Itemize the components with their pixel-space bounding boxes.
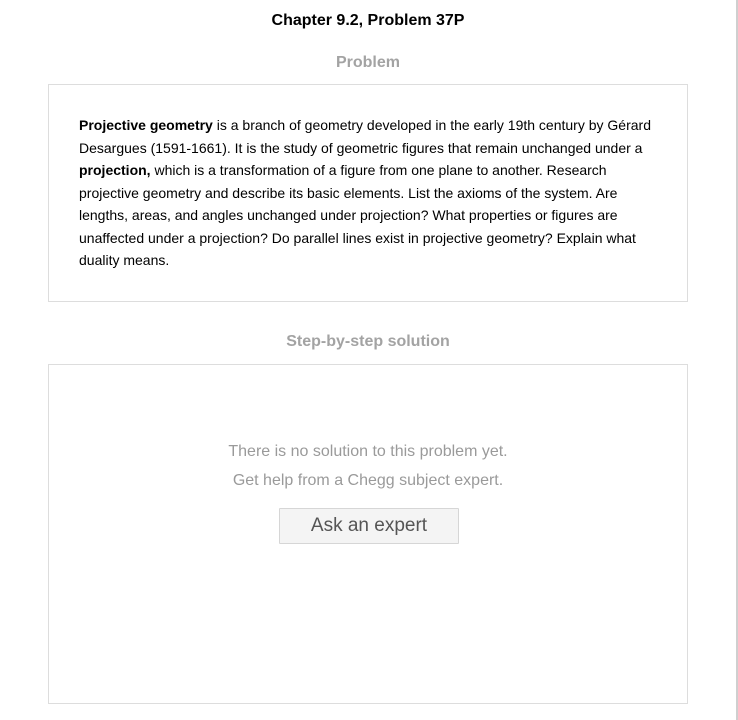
problem-text-part2: which is a transformation of a figure fr… [79, 162, 636, 268]
problem-heading: Problem [335, 54, 400, 71]
problem-panel: Projective geometry is a branch of geome… [48, 84, 688, 302]
problem-text: Projective geometry is a branch of geome… [79, 114, 657, 272]
projection-term: projection, [79, 162, 151, 178]
solution-heading: Step-by-step solution [286, 333, 450, 350]
projective-geometry-term: Projective geometry [79, 117, 213, 133]
expert-help-message: Get help from a Chegg subject expert. [232, 472, 504, 489]
no-solution-message: There is no solution to this problem yet… [228, 443, 508, 460]
chapter-title: Chapter 9.2, Problem 37P [271, 12, 465, 29]
page: Chapter 9.2, Problem 37P Problem Project… [0, 0, 738, 720]
solution-panel: There is no solution to this problem yet… [48, 364, 688, 704]
ask-an-expert-button[interactable]: Ask an expert [279, 508, 459, 544]
